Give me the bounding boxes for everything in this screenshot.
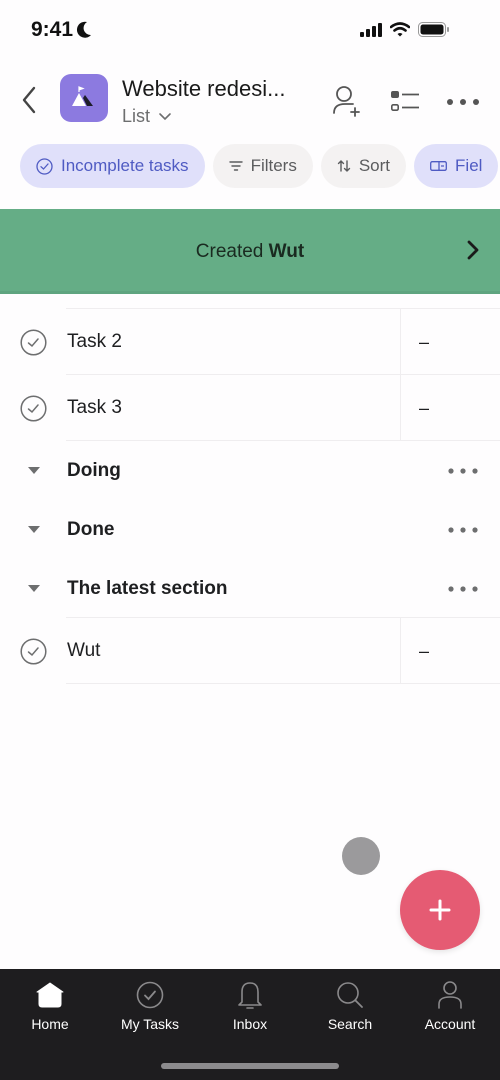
complete-task-checkbox[interactable] [20, 328, 47, 356]
more-icon [448, 526, 478, 533]
task-row[interactable]: Wut – [0, 618, 500, 684]
complete-task-checkbox[interactable] [20, 637, 47, 665]
bell-icon [234, 979, 266, 1011]
back-button[interactable] [14, 82, 44, 118]
filter-icon [228, 161, 243, 171]
add-member-icon [333, 86, 360, 117]
check-circle-icon [36, 157, 53, 175]
project-title[interactable]: Website redesi... [122, 76, 285, 102]
banner-prefix: Created [195, 240, 264, 262]
wifi-icon [390, 22, 410, 37]
battery-icon [418, 22, 449, 37]
chevron-right-icon [467, 240, 479, 260]
tab-label: Search [327, 1016, 373, 1032]
tab-label: Account [424, 1016, 476, 1032]
task-field-value[interactable]: – [419, 641, 429, 662]
tab-my-tasks[interactable]: My Tasks [100, 979, 200, 1032]
status-time: 9:41 [31, 18, 92, 42]
screen: 9:41 Website redesi... List Incomplete t… [0, 0, 500, 1080]
plus-icon [429, 899, 451, 921]
project-header: Website redesi... List [0, 66, 500, 136]
add-task-button[interactable] [400, 870, 480, 950]
task-row[interactable]: Task 3 – [0, 375, 500, 441]
complete-task-checkbox[interactable] [20, 394, 47, 422]
section-header[interactable]: Doing [0, 441, 500, 500]
check-circle-icon [20, 328, 47, 356]
tab-inbox[interactable]: Inbox [200, 979, 300, 1032]
caret-down-icon [28, 525, 40, 533]
collapse-section-toggle[interactable] [27, 466, 41, 476]
status-bar: 9:41 [0, 0, 500, 60]
time-text: 9:41 [31, 18, 74, 41]
sort-icon [337, 160, 351, 172]
section-name: Doing [67, 459, 121, 481]
home-indicator[interactable] [161, 1063, 339, 1069]
home-icon [34, 979, 66, 1011]
task-row[interactable]: Task 2 – [0, 309, 500, 375]
check-circle-icon [134, 979, 166, 1011]
banner-text: Created Wut [196, 241, 304, 263]
status-icons [360, 22, 450, 37]
check-circle-icon [20, 394, 47, 422]
project-icon[interactable] [60, 74, 108, 122]
section-name: The latest section [67, 577, 228, 599]
task-name: Task 2 [67, 331, 122, 352]
customize-view-icon [390, 91, 419, 112]
fields-icon [430, 161, 447, 171]
collapse-section-toggle[interactable] [27, 525, 41, 535]
view-label: List [122, 106, 151, 126]
section-more-button[interactable] [446, 518, 480, 542]
bottom-tab-bar: Home My Tasks Inbox Search Account [0, 969, 500, 1080]
mountain-flag-icon [72, 86, 93, 106]
chip-filters[interactable]: Filters [212, 144, 313, 188]
chevron-left-icon [22, 86, 36, 114]
check-circle-icon [20, 637, 47, 665]
chip-label: Filters [250, 156, 297, 175]
filter-chips: Incomplete tasks Filters Sort Fiel [20, 144, 499, 188]
chip-incomplete-tasks[interactable]: Incomplete tasks [20, 144, 205, 188]
task-name: Task 3 [67, 397, 122, 418]
more-options-button[interactable] [445, 84, 481, 120]
section-name: Done [67, 518, 115, 540]
add-member-button[interactable] [329, 84, 365, 120]
chip-sort[interactable]: Sort [320, 144, 407, 188]
more-icon [448, 585, 478, 592]
tab-account[interactable]: Account [400, 979, 500, 1032]
chip-label: Incomplete tasks [61, 156, 189, 175]
chip-fields[interactable]: Fiel [414, 144, 499, 188]
search-icon [334, 979, 366, 1011]
chevron-down-icon [159, 113, 171, 121]
chip-label: Fiel [455, 156, 483, 175]
customize-view-button[interactable] [387, 84, 423, 120]
more-icon [447, 99, 479, 105]
person-icon [434, 979, 466, 1011]
moon-icon [77, 21, 92, 38]
touch-indicator [342, 837, 380, 875]
chip-label: Sort [358, 156, 391, 175]
view-switcher[interactable]: List [122, 106, 172, 127]
more-icon [448, 467, 478, 474]
caret-down-icon [28, 466, 40, 474]
task-field-value[interactable]: – [419, 398, 429, 419]
section-header[interactable]: The latest section [0, 559, 500, 618]
task-created-banner[interactable]: Created Wut [0, 209, 500, 294]
caret-down-icon [28, 584, 40, 592]
section-header[interactable]: Done [0, 500, 500, 559]
section-more-button[interactable] [446, 459, 480, 483]
tab-home[interactable]: Home [0, 979, 100, 1032]
tab-search[interactable]: Search [300, 979, 400, 1032]
task-field-value[interactable]: – [419, 332, 429, 353]
section-more-button[interactable] [446, 577, 480, 601]
cellular-signal-icon [360, 22, 382, 37]
banner-task-name: Wut [268, 240, 305, 262]
tab-label: Inbox [232, 1016, 268, 1032]
tab-label: My Tasks [120, 1016, 180, 1032]
tab-label: Home [31, 1016, 69, 1032]
task-name: Wut [67, 640, 101, 661]
collapse-section-toggle[interactable] [27, 584, 41, 594]
task-list: Task 2 – Task 3 – Doing Done The latest … [0, 308, 500, 684]
